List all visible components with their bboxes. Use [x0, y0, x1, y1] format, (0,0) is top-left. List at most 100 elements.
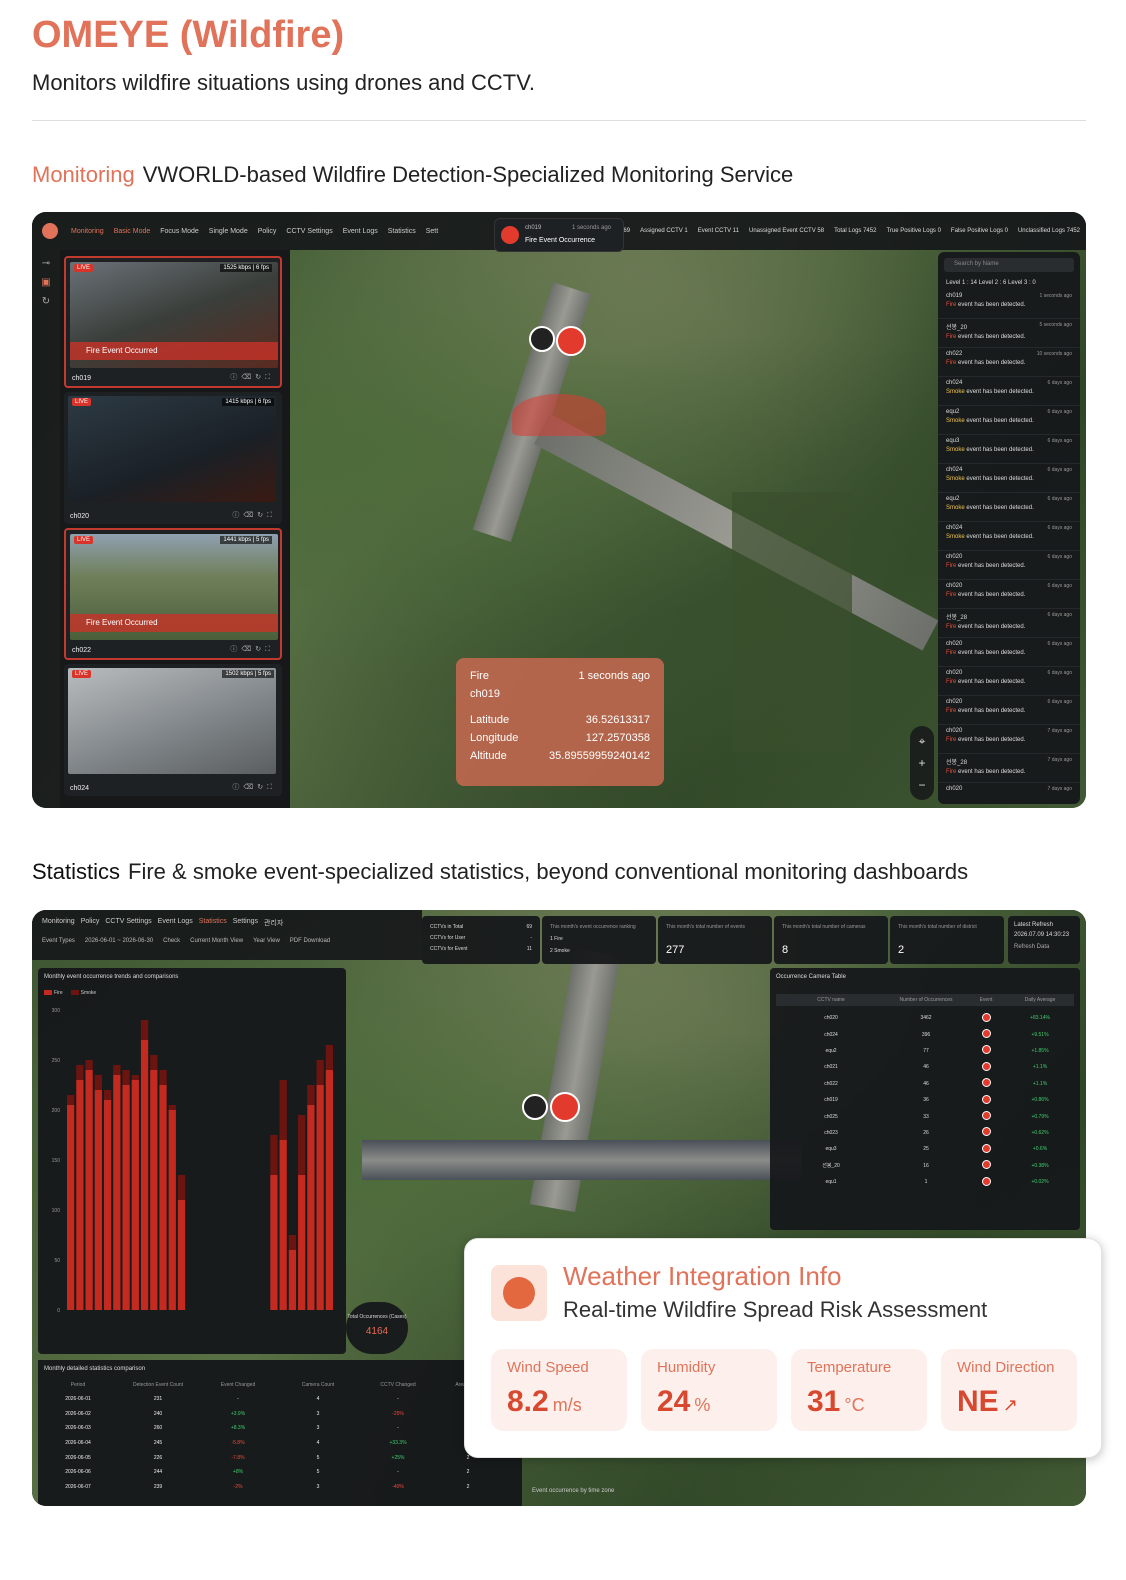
bar-fire[interactable]: [325, 1070, 333, 1310]
layout-icon[interactable]: ▣: [32, 277, 60, 288]
bar-smoke[interactable]: [76, 1065, 84, 1080]
table-row[interactable]: ch024 396 +9.51%: [776, 1026, 1074, 1042]
cctv-pin[interactable]: [522, 1094, 548, 1120]
event-item[interactable]: ch024 6 days ago Smoke event has been de…: [938, 522, 1080, 551]
table-row[interactable]: ch020 3462 +83.14%: [776, 1010, 1074, 1026]
event-item[interactable]: 선봉_20 5 seconds ago Fire event has been …: [938, 319, 1080, 348]
cctv-pin[interactable]: [529, 326, 555, 352]
bar-smoke[interactable]: [85, 1060, 93, 1070]
table-row[interactable]: 2026-06-04245-5.8%4+33.3%2: [38, 1436, 522, 1451]
event-item[interactable]: ch020 6 days ago Fire event has been det…: [938, 667, 1080, 696]
bar-smoke[interactable]: [150, 1055, 158, 1070]
bar-smoke[interactable]: [288, 1235, 297, 1250]
bar-smoke[interactable]: [131, 1075, 139, 1080]
event-item[interactable]: ch020 6 days ago Fire event has been det…: [938, 551, 1080, 580]
bar-fire[interactable]: [131, 1080, 139, 1310]
event-item[interactable]: ch020 7 days ago: [938, 783, 1080, 804]
bar-smoke[interactable]: [94, 1075, 102, 1090]
bar-fire[interactable]: [67, 1105, 75, 1310]
locate-icon[interactable]: ⌖: [910, 730, 934, 752]
bar-fire[interactable]: [298, 1175, 306, 1310]
bar-smoke[interactable]: [177, 1175, 186, 1200]
bar-smoke[interactable]: [67, 1095, 75, 1105]
table-row[interactable]: equ2 77 +1.85%: [776, 1043, 1074, 1059]
bar-fire[interactable]: [113, 1075, 121, 1310]
bar-smoke[interactable]: [316, 1060, 324, 1085]
table-row[interactable]: 2026-06-07 239 -2% 3 -40% 2: [38, 1480, 522, 1495]
bar-smoke[interactable]: [168, 1105, 176, 1110]
bar-fire[interactable]: [140, 1040, 149, 1310]
event-item[interactable]: ch020 6 days ago Fire event has been det…: [938, 580, 1080, 609]
nav-settings[interactable]: Settings: [233, 918, 258, 928]
bar-fire[interactable]: [307, 1105, 315, 1310]
pin-icon[interactable]: ⊸: [32, 258, 60, 269]
table-row[interactable]: 2026-06-06 244 +8% 5-2: [38, 1465, 522, 1480]
bar-fire[interactable]: [279, 1140, 287, 1310]
camera-tile[interactable]: LIVE 1502 kbps | 5 fps ch024 ⓘ⌫↻⛶: [64, 664, 282, 796]
event-item[interactable]: ch020 7 days ago Fire event has been det…: [938, 725, 1080, 754]
bar-fire[interactable]: [270, 1175, 278, 1310]
bar-fire[interactable]: [76, 1080, 84, 1310]
table-row[interactable]: 2026-06-03260+8.3%3-1: [38, 1421, 522, 1436]
event-item[interactable]: ch022 10 seconds ago Fire event has been…: [938, 348, 1080, 377]
bar-fire[interactable]: [288, 1250, 297, 1310]
camera-controls[interactable]: ⓘ⌫↻⛶: [230, 644, 274, 654]
event-item[interactable]: ch020 6 days ago Fire event has been det…: [938, 696, 1080, 725]
fire-pin[interactable]: [556, 326, 586, 356]
bar-smoke[interactable]: [298, 1115, 306, 1175]
fire-notification[interactable]: ch019 1 seconds ago Fire Event Occurrenc…: [494, 218, 624, 252]
bar-fire[interactable]: [150, 1070, 158, 1310]
camera-tile[interactable]: LIVE 1441 kbps | 5 fps Fire Event Occurr…: [64, 528, 282, 660]
event-item[interactable]: 선봉_28 6 days ago Fire event has been det…: [938, 609, 1080, 638]
bar-smoke[interactable]: [103, 1090, 112, 1100]
nav-admin[interactable]: 관리자: [264, 918, 283, 928]
bar-smoke[interactable]: [113, 1065, 121, 1075]
refresh-icon[interactable]: ↻: [32, 296, 60, 307]
bar-fire[interactable]: [159, 1085, 167, 1310]
event-item[interactable]: ch024 6 days ago Smoke event has been de…: [938, 377, 1080, 406]
bar-smoke[interactable]: [325, 1045, 333, 1070]
bar-fire[interactable]: [85, 1070, 93, 1310]
nav-policy[interactable]: Policy: [253, 228, 282, 235]
nav-statistics[interactable]: Statistics: [199, 918, 227, 928]
bar-fire[interactable]: [103, 1100, 112, 1310]
table-row[interactable]: ch021 46 +1.1%: [776, 1059, 1074, 1075]
nav-event-logs[interactable]: Event Logs: [158, 918, 193, 928]
event-item[interactable]: ch020 6 days ago Fire event has been det…: [938, 638, 1080, 667]
table-row[interactable]: 2026-06-05 226 -7.8% 5 +25% 2: [38, 1450, 522, 1465]
table-row[interactable]: 2026-06-01231-4-2: [38, 1392, 522, 1407]
nav-focus-mode[interactable]: Focus Mode: [155, 228, 204, 235]
event-item[interactable]: ch019 1 seconds ago Fire event has been …: [938, 290, 1080, 319]
event-item[interactable]: equ2 6 days ago Smoke event has been det…: [938, 493, 1080, 522]
nav-monitoring[interactable]: Monitoring: [66, 228, 109, 235]
refresh-button[interactable]: Refresh Data: [1014, 944, 1074, 950]
table-row[interactable]: 선봉_20 16 +0.38%: [776, 1158, 1074, 1174]
camera-controls[interactable]: ⓘ⌫↻⛶: [232, 782, 276, 792]
event-item[interactable]: equ3 6 days ago Smoke event has been det…: [938, 435, 1080, 464]
check-button[interactable]: Check: [163, 938, 180, 944]
table-row[interactable]: equ3 25 +0.6%: [776, 1141, 1074, 1157]
bar-fire[interactable]: [94, 1090, 102, 1310]
nav-cctv-settings[interactable]: CCTV Settings: [281, 228, 337, 235]
bar-smoke[interactable]: [122, 1070, 130, 1085]
table-row[interactable]: ch025 33 +0.79%: [776, 1108, 1074, 1124]
nav-single-mode[interactable]: Single Mode: [204, 228, 253, 235]
bar-smoke[interactable]: [140, 1020, 149, 1040]
camera-controls[interactable]: ⓘ⌫↻⛶: [230, 372, 274, 382]
event-item[interactable]: ch024 6 days ago Smoke event has been de…: [938, 464, 1080, 493]
table-row[interactable]: ch023 26 +0.62%: [776, 1125, 1074, 1141]
date-range[interactable]: 2026-06-01 ~ 2026-06-30: [85, 938, 153, 944]
table-row[interactable]: equ1 1 +0.02%: [776, 1174, 1074, 1190]
camera-controls[interactable]: ⓘ⌫↻⛶: [232, 510, 276, 520]
zoom-out-icon[interactable]: −: [910, 774, 934, 796]
event-type-select[interactable]: Event Types: [42, 938, 75, 944]
event-item[interactable]: equ2 6 days ago Smoke event has been det…: [938, 406, 1080, 435]
nav-policy[interactable]: Policy: [81, 918, 100, 928]
event-item[interactable]: 선봉_28 7 days ago Fire event has been det…: [938, 754, 1080, 783]
camera-tile[interactable]: LIVE 1525 kbps | 6 fps Fire Event Occurr…: [64, 256, 282, 388]
nav-basic-mode[interactable]: Basic Mode: [109, 228, 156, 235]
bar-smoke[interactable]: [307, 1085, 315, 1105]
bar-fire[interactable]: [122, 1085, 130, 1310]
table-row[interactable]: ch019 36 +0.86%: [776, 1092, 1074, 1108]
bar-smoke[interactable]: [159, 1070, 167, 1085]
